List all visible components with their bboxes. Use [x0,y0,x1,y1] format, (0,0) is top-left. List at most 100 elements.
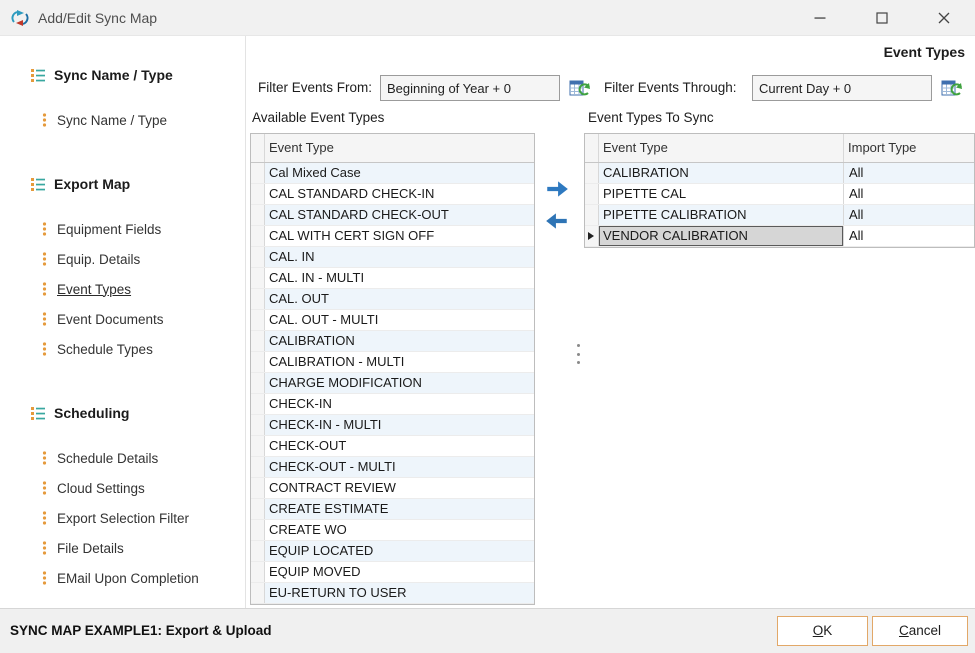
row-indicator [251,478,265,498]
ok-button[interactable]: OK [777,616,868,646]
sidebar-item-label: Event Documents [57,312,164,327]
table-row[interactable]: EQUIP MOVED [251,562,534,583]
sidebar-sections: Sync Name / Type Sync Name / Type Export M… [0,60,245,593]
cancel-button[interactable]: Cancel [872,616,968,646]
dots-icon [42,451,47,465]
row-indicator [585,163,599,183]
table-row[interactable]: EU-RETURN TO USER [251,583,534,604]
table-row[interactable]: CAL STANDARD CHECK-IN [251,184,534,205]
table-row[interactable]: CHECK-IN - MULTI [251,415,534,436]
sidebar-item-cloud-settings[interactable]: Cloud Settings [0,473,245,503]
sync-map-status: SYNC MAP EXAMPLE1: Export & Upload [10,609,272,653]
dots-icon [42,282,47,296]
table-row[interactable]: CAL STANDARD CHECK-OUT [251,205,534,226]
filter-through-refresh-icon[interactable] [940,76,964,100]
row-indicator [251,583,265,603]
dots-icon [42,222,47,236]
filter-from-refresh-icon[interactable] [568,76,592,100]
event-type-cell: CALIBRATION [265,331,534,351]
sidebar-section-sync-name-type: Sync Name / Type [0,60,245,90]
table-row[interactable]: CAL. IN [251,247,534,268]
close-button[interactable] [913,0,975,35]
sidebar-item-label: Schedule Types [57,342,153,357]
event-type-cell: CAL. IN [265,247,534,267]
sidebar-item-schedule-details[interactable]: Schedule Details [0,443,245,473]
table-row[interactable]: EQUIP LOCATED [251,541,534,562]
sidebar-item-group: Sync Name / Type [0,105,245,135]
table-row[interactable]: CREATE WO [251,520,534,541]
event-type-cell: Cal Mixed Case [265,163,534,183]
import-type-cell: All [844,184,974,204]
table-row[interactable]: CHECK-OUT - MULTI [251,457,534,478]
event-type-cell: CALIBRATION [599,163,844,183]
event-type-cell: PIPETTE CAL [599,184,844,204]
table-row[interactable]: CHARGE MODIFICATION [251,373,534,394]
row-indicator [251,499,265,519]
row-indicator [251,352,265,372]
dots-icon [42,342,47,356]
table-row[interactable]: PIPETTE CALAll [585,184,974,205]
import-type-cell: All [844,163,974,183]
column-header-event-type: Event Type [265,134,534,162]
table-row[interactable]: Cal Mixed Case [251,163,534,184]
sidebar-item-event-types[interactable]: Event Types [0,274,245,304]
sidebar-item-export-selection-filter[interactable]: Export Selection Filter [0,503,245,533]
column-header-event-type: Event Type [599,134,844,162]
sidebar-item-label: Sync Name / Type [57,113,167,128]
row-indicator [251,331,265,351]
filter-from-label: Filter Events From: [258,75,372,101]
table-row[interactable]: VENDOR CALIBRATIONAll [585,226,974,247]
row-indicator [251,562,265,582]
move-left-button[interactable] [544,210,570,232]
row-indicator [251,436,265,456]
sidebar-section-scheduling: Scheduling [0,398,245,428]
maximize-button[interactable] [851,0,913,35]
sidebar-item-equip-details[interactable]: Equip. Details [0,244,245,274]
table-row[interactable]: CAL. OUT - MULTI [251,310,534,331]
row-indicator [251,163,265,183]
filter-through-label: Filter Events Through: [604,75,737,101]
import-type-cell: All [844,226,974,246]
table-row[interactable]: CHECK-IN [251,394,534,415]
sidebar-item-event-documents[interactable]: Event Documents [0,304,245,334]
table-row[interactable]: CAL. OUT [251,289,534,310]
move-right-button[interactable] [544,178,570,200]
sidebar-item-email-upon-completion[interactable]: EMail Upon Completion [0,563,245,593]
event-type-cell: EQUIP MOVED [265,562,534,582]
minimize-button[interactable] [789,0,851,35]
splitter-handle[interactable] [574,342,582,366]
window-controls [789,0,975,35]
sidebar-item-label: Export Selection Filter [57,511,189,526]
row-indicator [251,184,265,204]
event-type-cell: EU-RETURN TO USER [265,583,534,603]
table-row[interactable]: CALIBRATION - MULTI [251,352,534,373]
sidebar-item-schedule-types[interactable]: Schedule Types [0,334,245,364]
dots-icon [42,481,47,495]
main-panel: Event Types Filter Events From: Filter E… [246,36,975,608]
table-row[interactable]: CAL. IN - MULTI [251,268,534,289]
sidebar-item-label: Equip. Details [57,252,140,267]
event-type-cell: PIPETTE CALIBRATION [599,205,844,225]
table-row[interactable]: CONTRACT REVIEW [251,478,534,499]
event-type-cell: CHECK-OUT [265,436,534,456]
filter-from-input[interactable] [380,75,560,101]
table-row[interactable]: CALIBRATIONAll [585,163,974,184]
table-row[interactable]: CREATE ESTIMATE [251,499,534,520]
event-type-cell: CAL. IN - MULTI [265,268,534,288]
event-type-cell: CALIBRATION - MULTI [265,352,534,372]
table-row[interactable]: CAL WITH CERT SIGN OFF [251,226,534,247]
row-indicator [585,205,599,225]
sidebar-section-label: Export Map [54,176,130,192]
sidebar-item-equipment-fields[interactable]: Equipment Fields [0,214,245,244]
page-title: Event Types [884,44,965,60]
table-row[interactable]: PIPETTE CALIBRATIONAll [585,205,974,226]
table-row[interactable]: CALIBRATION [251,331,534,352]
table-row[interactable]: CHECK-OUT [251,436,534,457]
sync-table-header: Event Type Import Type [585,134,974,163]
sidebar-item-file-details[interactable]: File Details [0,533,245,563]
sidebar-item-group: Equipment Fields Equip. Details Event Type… [0,214,245,364]
row-indicator [251,289,265,309]
sidebar-item-sync-name-type[interactable]: Sync Name / Type [0,105,245,135]
filter-through-input[interactable] [752,75,932,101]
list-icon [30,176,46,192]
